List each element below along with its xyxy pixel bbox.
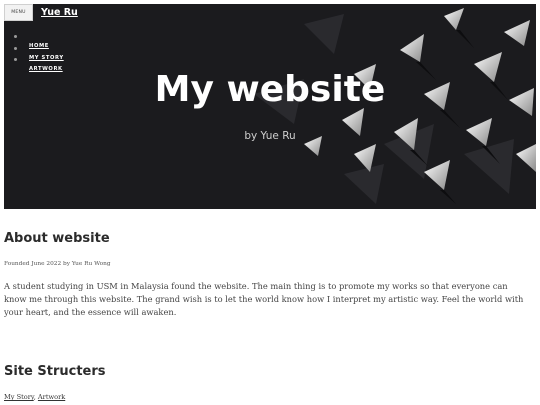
link-artwork[interactable]: Artwork: [38, 393, 65, 401]
about-paragraph: A student studying in USM in Malaysia fo…: [4, 281, 524, 317]
nav-item-artwork: ARTWORK: [8, 55, 64, 72]
main-nav: HOME MY STORY ARTWORK: [8, 32, 64, 72]
nav-item-home: HOME: [8, 32, 64, 49]
post-meta: Founded June 2022 by Yue Ru Wong: [4, 261, 111, 267]
bullet-icon: [14, 58, 17, 61]
about-heading: About website: [4, 231, 110, 246]
link-my-story[interactable]: My Story: [4, 393, 34, 401]
site-name-link[interactable]: Yue Ru: [41, 7, 78, 18]
bullet-icon: [14, 46, 17, 50]
hero-title: My website: [154, 69, 386, 110]
bullet-icon: [14, 35, 17, 38]
hero-banner: MENU Yue Ru HOME MY STORY ARTWORK My web…: [4, 4, 536, 209]
nav-item-my-story: MY STORY: [8, 44, 64, 61]
menu-button[interactable]: MENU: [4, 4, 33, 21]
hero-subtitle: by Yue Ru: [244, 130, 296, 142]
site-structure-links: My Story, Artwork: [4, 393, 65, 401]
site-structure-heading: Site Structers: [4, 364, 106, 379]
